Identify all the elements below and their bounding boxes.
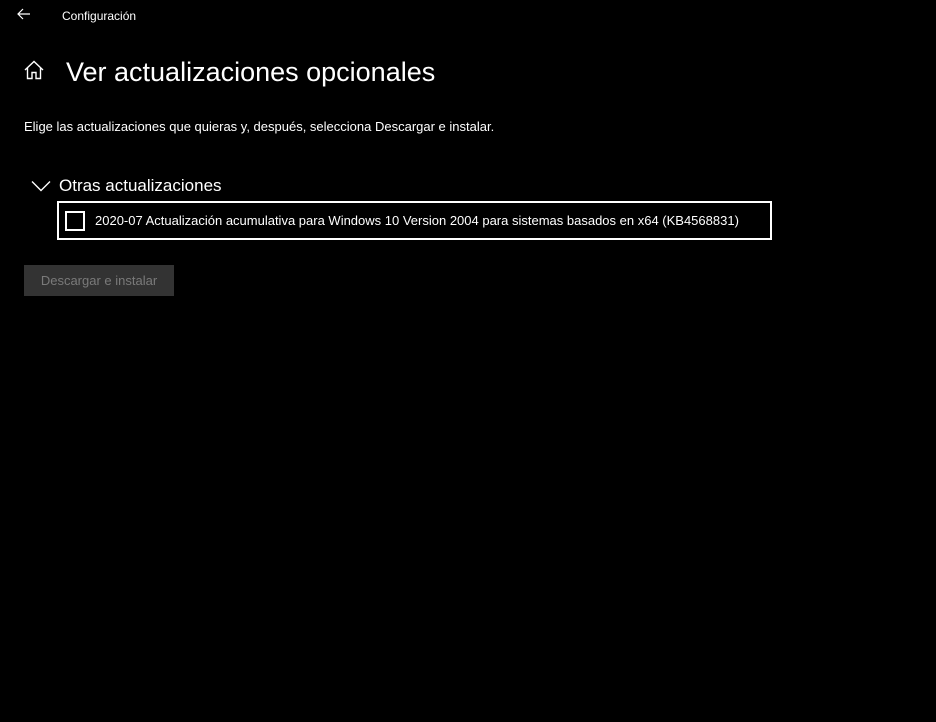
- back-arrow-icon: [17, 7, 31, 25]
- page-title: Ver actualizaciones opcionales: [66, 57, 436, 87]
- home-button[interactable]: [22, 60, 46, 84]
- title-bar: Configuración: [0, 0, 936, 32]
- update-checkbox[interactable]: [65, 210, 85, 231]
- page-description: Elige las actualizaciones que quieras y,…: [24, 119, 495, 134]
- section-toggle-other-updates[interactable]: Otras actualizaciones: [30, 173, 222, 199]
- update-item[interactable]: 2020-07 Actualización acumulativa para W…: [57, 201, 772, 240]
- chevron-down-icon: [30, 175, 52, 197]
- home-icon: [23, 59, 45, 86]
- update-label: 2020-07 Actualización acumulativa para W…: [95, 212, 739, 228]
- settings-window: Configuración Ver actualizaciones opcion…: [0, 0, 936, 722]
- app-title: Configuración: [62, 9, 137, 23]
- section-title: Otras actualizaciones: [59, 176, 222, 195]
- download-install-button[interactable]: Descargar e instalar: [24, 265, 174, 296]
- back-button[interactable]: [10, 2, 38, 30]
